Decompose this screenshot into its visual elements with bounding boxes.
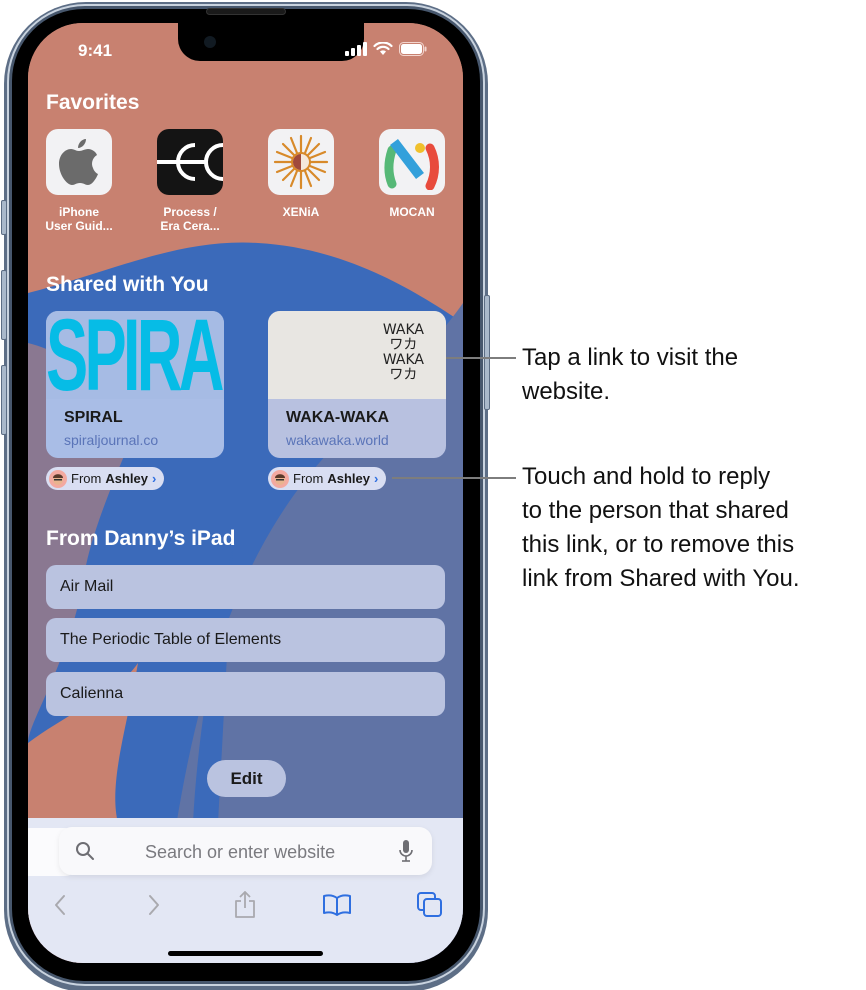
favorite-label-line1: XENiA — [282, 205, 320, 219]
microphone-icon[interactable] — [399, 840, 413, 862]
ipad-tab-item[interactable]: The Periodic Table of Elements — [46, 618, 445, 662]
favorites-heading: Favorites — [46, 91, 140, 114]
memoji-avatar-icon — [275, 473, 285, 485]
shared-link-title: WAKA-WAKA — [286, 409, 390, 426]
search-placeholder: Search or enter website — [145, 842, 336, 862]
favorite-mocan[interactable]: MOCAN — [378, 129, 446, 219]
callout-tap-link: Tap a link to visit the website. — [522, 344, 739, 405]
bookmarks-button[interactable] — [322, 890, 352, 920]
front-camera — [204, 36, 216, 48]
share-button[interactable] — [230, 890, 260, 920]
xenia-sun-icon — [273, 134, 329, 190]
favorite-iphone-user-guide[interactable]: iPhone User Guid... — [45, 129, 113, 233]
bookmarks-icon — [323, 894, 351, 916]
forward-icon — [149, 895, 159, 915]
volume-up-button — [1, 270, 7, 340]
home-indicator — [168, 951, 323, 956]
status-time: 9:41 — [78, 41, 113, 60]
shared-link-card-spiral[interactable]: SPIRAL SPIRAL spiraljournal.co — [46, 311, 224, 458]
from-label: From — [71, 471, 102, 486]
ipad-tab-item[interactable]: Calienna — [46, 672, 445, 716]
silent-switch — [1, 200, 7, 235]
callout-leader-line — [392, 477, 516, 479]
favorite-process-era-ceramics[interactable]: Process / Era Cera... — [156, 129, 224, 233]
wifi-icon — [373, 42, 393, 55]
waka-waka-thumbnail: WAKA ワカ WAKA ワカ — [268, 311, 446, 399]
favorite-label-line1: Process / — [163, 205, 217, 219]
side-button — [484, 295, 490, 410]
shared-link-url: spiraljournal.co — [64, 432, 159, 448]
favorite-label-line2: User Guid... — [45, 219, 113, 233]
favorite-label-line1: MOCAN — [389, 205, 435, 219]
from-name: Ashley — [105, 471, 148, 486]
shared-link-url: wakawaka.world — [286, 432, 389, 448]
from-name: Ashley — [327, 471, 370, 486]
from-ipad-heading: From Danny’s iPad — [46, 527, 236, 550]
battery-icon — [399, 42, 427, 56]
chevron-right-icon: › — [373, 471, 379, 486]
favorite-xenia[interactable]: XENiA — [267, 129, 335, 219]
forward-button[interactable] — [139, 890, 169, 920]
mocan-m-icon — [384, 138, 439, 190]
memoji-avatar-icon — [53, 473, 63, 485]
search-icon — [76, 842, 94, 860]
volume-down-button — [1, 365, 7, 435]
avatar — [271, 469, 289, 488]
callout-touch-and-hold: Touch and hold to reply to the person th… — [522, 463, 800, 592]
cellular-signal-icon — [345, 42, 367, 56]
edit-button[interactable]: Edit — [207, 760, 286, 797]
waka-logo-text: WAKA ワカ WAKA ワカ — [382, 322, 424, 383]
from-ashley-pill[interactable]: From Ashley › — [46, 467, 165, 490]
tabs-button[interactable] — [415, 890, 445, 920]
back-button[interactable] — [45, 890, 75, 920]
favorite-label-line2: Era Cera... — [160, 219, 220, 233]
avatar — [49, 469, 67, 488]
favorite-label-line1: iPhone — [58, 205, 99, 219]
spiral-logo-text: SPIRAL — [46, 311, 224, 412]
spiral-thumbnail: SPIRAL — [46, 311, 224, 406]
earpiece-speaker — [206, 8, 286, 15]
annotated-screenshot: 9:41 Favorites iPhone User Guid... Proce… — [0, 0, 866, 990]
chevron-right-icon: › — [151, 471, 157, 486]
tabs-icon — [417, 892, 442, 917]
status-icons — [345, 42, 427, 56]
ipad-tab-item[interactable]: Air Mail — [46, 565, 445, 609]
apple-logo-icon — [59, 139, 98, 185]
shared-with-you-heading: Shared with You — [46, 273, 209, 296]
address-bar[interactable]: Search or enter website — [59, 827, 432, 875]
callout-leader-line — [446, 357, 516, 359]
from-ashley-pill[interactable]: From Ashley › — [268, 467, 387, 490]
share-icon — [235, 891, 255, 918]
from-label: From — [293, 471, 324, 486]
ec-logo-icon — [157, 143, 223, 181]
back-icon — [55, 895, 65, 915]
shared-link-card-waka-waka[interactable]: WAKA ワカ WAKA ワカ WAKA-WAKA wakawaka.world — [268, 311, 446, 458]
